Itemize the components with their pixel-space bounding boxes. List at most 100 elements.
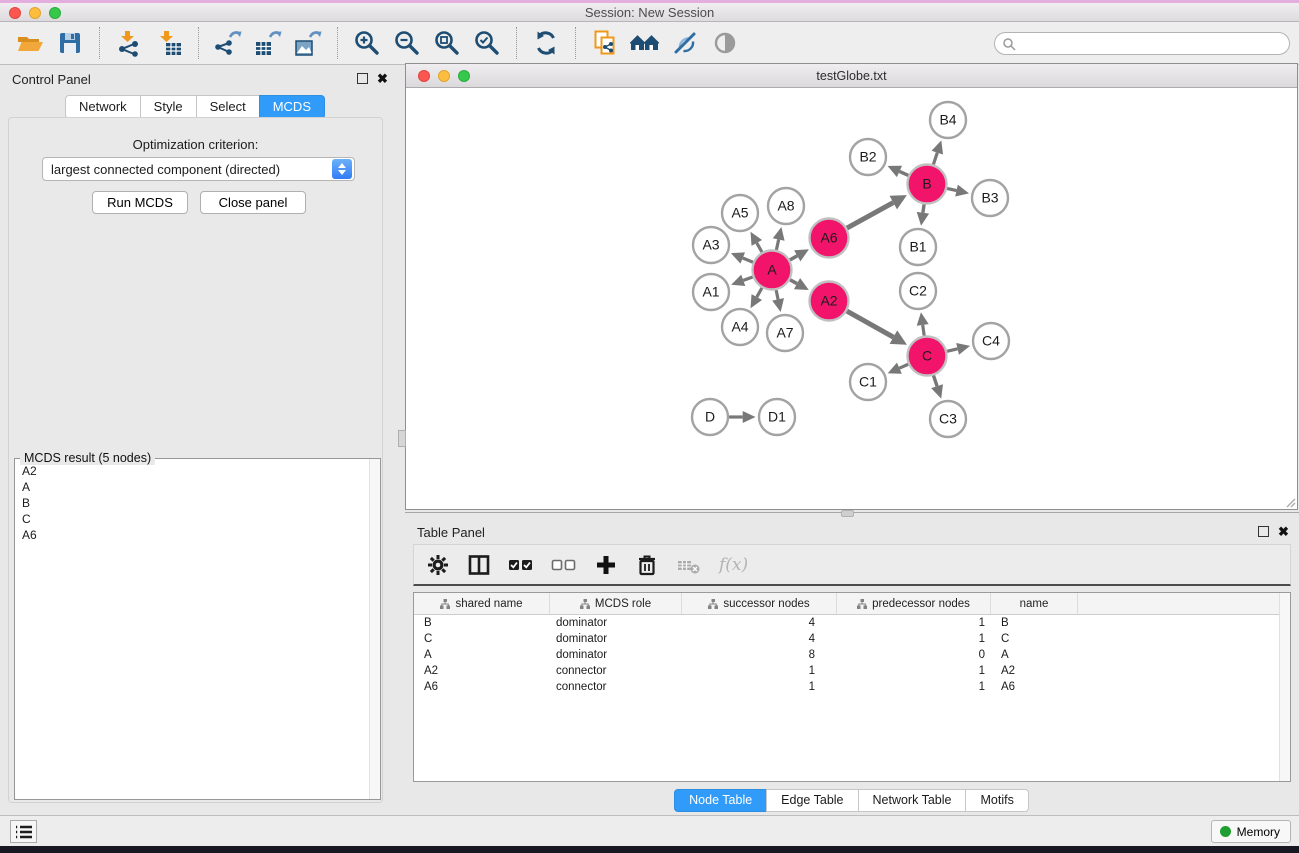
table-row[interactable]: Adominator80A bbox=[414, 647, 1290, 663]
graph-edge-B-B3[interactable] bbox=[947, 185, 969, 197]
graph-edge-A-A4[interactable] bbox=[751, 288, 763, 308]
close-panel-icon[interactable]: ✖ bbox=[377, 73, 388, 84]
tab-motifs[interactable]: Motifs bbox=[965, 789, 1028, 812]
deselect-all-icon[interactable] bbox=[551, 553, 577, 577]
graph-edge-D-D1[interactable] bbox=[729, 411, 756, 423]
graph-node-A6[interactable]: A6 bbox=[810, 219, 849, 258]
table-row[interactable]: Cdominator41C bbox=[414, 631, 1290, 647]
column-header-successor-nodes[interactable]: successor nodes bbox=[682, 593, 837, 614]
graph-node-B[interactable]: B bbox=[908, 165, 947, 204]
tab-style[interactable]: Style bbox=[140, 95, 197, 119]
column-header-mcds-role[interactable]: MCDS role bbox=[550, 593, 682, 614]
import-table-icon[interactable] bbox=[154, 28, 184, 58]
graph-edge-B-B1[interactable] bbox=[917, 204, 929, 225]
graph-edge-A-A8[interactable] bbox=[773, 227, 785, 250]
tab-node-table[interactable]: Node Table bbox=[674, 789, 767, 812]
graph-node-C1[interactable]: C1 bbox=[850, 364, 886, 400]
graph-node-B3[interactable]: B3 bbox=[972, 180, 1008, 216]
network-graph[interactable]: AA1A2A3A4A5A6A7A8BB1B2B3B4CC1C2C3C4DD1 bbox=[406, 88, 1297, 509]
graph-node-B2[interactable]: B2 bbox=[850, 139, 886, 175]
graph-node-A4[interactable]: A4 bbox=[722, 309, 758, 345]
list-item[interactable]: B bbox=[16, 495, 368, 511]
list-item[interactable]: A bbox=[16, 479, 368, 495]
select-all-icon[interactable] bbox=[508, 553, 534, 577]
result-scrollbar[interactable] bbox=[369, 459, 380, 799]
search-input[interactable] bbox=[1016, 35, 1289, 53]
import-network-icon[interactable] bbox=[114, 28, 144, 58]
column-header-name[interactable]: name bbox=[991, 593, 1078, 614]
optimization-criterion-select[interactable]: largest connected component (directed) bbox=[42, 157, 355, 181]
graph-edge-B-B2[interactable] bbox=[888, 166, 909, 177]
graph-edge-A2-C[interactable] bbox=[847, 311, 907, 345]
zoom-fit-icon[interactable] bbox=[432, 28, 462, 58]
task-history-button[interactable] bbox=[10, 820, 37, 843]
network-window-titlebar[interactable]: testGlobe.txt bbox=[406, 64, 1297, 88]
zoom-out-icon[interactable] bbox=[392, 28, 422, 58]
save-session-icon[interactable] bbox=[55, 28, 85, 58]
graph-node-A[interactable]: A bbox=[753, 251, 792, 290]
graph-edge-A-A6[interactable] bbox=[790, 249, 809, 261]
search-box[interactable] bbox=[994, 32, 1290, 55]
graph-node-B1[interactable]: B1 bbox=[900, 229, 936, 265]
graph-edge-A6-B[interactable] bbox=[847, 195, 907, 228]
divider-handle[interactable] bbox=[841, 510, 854, 517]
graph-edge-A-A3[interactable] bbox=[731, 252, 753, 263]
tab-network[interactable]: Network bbox=[65, 95, 141, 119]
graph-node-C2[interactable]: C2 bbox=[900, 273, 936, 309]
list-item[interactable]: A6 bbox=[16, 527, 368, 543]
table-row[interactable]: A2connector11A2 bbox=[414, 663, 1290, 679]
graph-node-D1[interactable]: D1 bbox=[759, 399, 795, 435]
float-panel-icon[interactable] bbox=[1258, 526, 1269, 537]
zoom-in-icon[interactable] bbox=[352, 28, 382, 58]
graph-node-A8[interactable]: A8 bbox=[768, 188, 804, 224]
graph-node-B4[interactable]: B4 bbox=[930, 102, 966, 138]
graph-node-C[interactable]: C bbox=[908, 337, 947, 376]
list-item[interactable]: C bbox=[16, 511, 368, 527]
export-network-icon[interactable] bbox=[213, 28, 243, 58]
tab-mcds[interactable]: MCDS bbox=[259, 95, 325, 119]
tab-edge-table[interactable]: Edge Table bbox=[766, 789, 858, 812]
table-row[interactable]: A6connector11A6 bbox=[414, 679, 1290, 695]
graph-node-A3[interactable]: A3 bbox=[693, 227, 729, 263]
splitter-handle[interactable] bbox=[398, 430, 406, 447]
open-file-icon[interactable] bbox=[15, 28, 45, 58]
network-canvas[interactable]: AA1A2A3A4A5A6A7A8BB1B2B3B4CC1C2C3C4DD1 bbox=[406, 88, 1297, 509]
graph-edge-B-B4[interactable] bbox=[932, 140, 943, 164]
tab-select[interactable]: Select bbox=[196, 95, 260, 119]
graph-node-A7[interactable]: A7 bbox=[767, 315, 803, 351]
graph-edge-A-A5[interactable] bbox=[751, 232, 763, 252]
table-row[interactable]: Bdominator41B bbox=[414, 615, 1290, 631]
export-table-icon[interactable] bbox=[253, 28, 283, 58]
refresh-icon[interactable] bbox=[531, 28, 561, 58]
show-columns-icon[interactable] bbox=[467, 553, 491, 577]
graph-edge-C-C3[interactable] bbox=[931, 375, 943, 398]
zoom-selected-icon[interactable] bbox=[472, 28, 502, 58]
graph-edge-C-C1[interactable] bbox=[888, 363, 909, 374]
close-panel-button[interactable]: Close panel bbox=[200, 191, 306, 214]
hide-panels-icon[interactable] bbox=[670, 28, 700, 58]
graph-edge-A-A7[interactable] bbox=[772, 290, 784, 312]
graph-edge-A-A1[interactable] bbox=[731, 275, 752, 286]
close-panel-icon[interactable]: ✖ bbox=[1278, 526, 1289, 537]
memory-button[interactable]: Memory bbox=[1211, 820, 1291, 843]
home-view-icon[interactable] bbox=[630, 28, 660, 58]
duplicate-network-icon[interactable] bbox=[590, 28, 620, 58]
graph-edge-A-A2[interactable] bbox=[790, 278, 809, 290]
export-image-icon[interactable] bbox=[293, 28, 323, 58]
list-item[interactable]: A2 bbox=[16, 463, 368, 479]
resize-grip-icon[interactable] bbox=[1284, 496, 1296, 508]
graph-node-D[interactable]: D bbox=[692, 399, 728, 435]
table-settings-gear-icon[interactable] bbox=[426, 553, 450, 577]
graph-node-C3[interactable]: C3 bbox=[930, 401, 966, 437]
float-panel-icon[interactable] bbox=[357, 73, 368, 84]
graph-node-A5[interactable]: A5 bbox=[722, 195, 758, 231]
delete-column-icon[interactable] bbox=[635, 553, 659, 577]
graph-node-C4[interactable]: C4 bbox=[973, 323, 1009, 359]
column-header-shared-name[interactable]: shared name bbox=[414, 593, 550, 614]
graph-edge-C-C2[interactable] bbox=[917, 312, 929, 335]
run-mcds-button[interactable]: Run MCDS bbox=[92, 191, 188, 214]
table-scrollbar[interactable] bbox=[1279, 593, 1290, 781]
tab-network-table[interactable]: Network Table bbox=[858, 789, 967, 812]
add-column-icon[interactable] bbox=[594, 553, 618, 577]
graph-node-A2[interactable]: A2 bbox=[810, 282, 849, 321]
